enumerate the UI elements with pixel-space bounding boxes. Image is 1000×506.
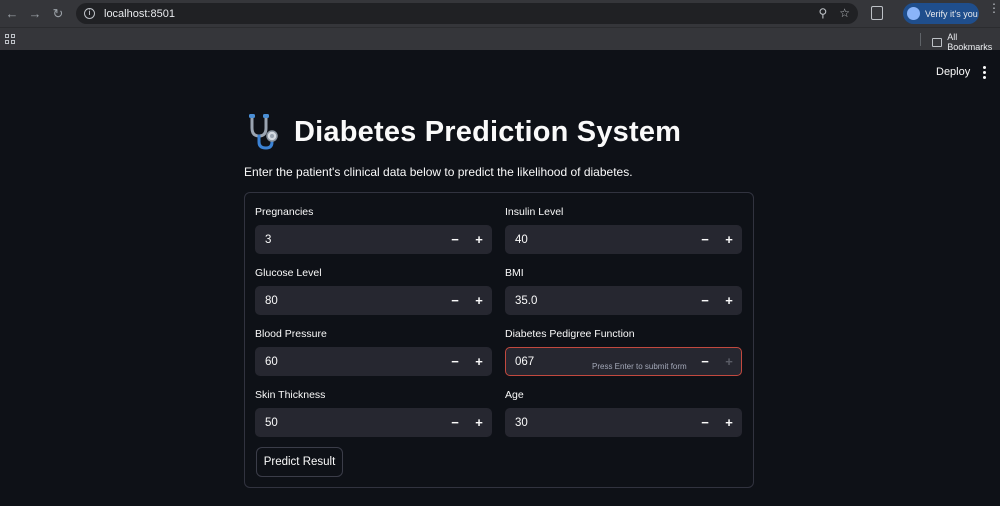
prediction-form: Pregnancies 3 − + Insulin Level 40 − + G… (244, 192, 754, 488)
age-label: Age (505, 389, 524, 401)
predict-result-button[interactable]: Predict Result (256, 447, 343, 477)
stethoscope-icon (249, 114, 278, 150)
deploy-button[interactable]: Deploy (930, 64, 976, 80)
bmi-input[interactable]: 35.0 (515, 295, 693, 307)
glucose-field: Glucose Level 80 − + (255, 267, 492, 315)
all-bookmarks-label: All Bookmarks (947, 32, 993, 52)
blood-pressure-input[interactable]: 60 (265, 356, 443, 368)
insulin-input[interactable]: 40 (515, 234, 693, 246)
reload-icon[interactable]: ↻ (46, 0, 70, 27)
skin-thickness-input-box: 50 − + (255, 408, 492, 437)
glucose-input-box: 80 − + (255, 286, 492, 315)
pregnancies-label: Pregnancies (255, 206, 314, 218)
blood-pressure-decrement-button[interactable]: − (443, 348, 467, 375)
dpf-label: Diabetes Pedigree Function (505, 328, 635, 340)
submit-hint: Press Enter to submit form (592, 362, 687, 371)
blood-pressure-label: Blood Pressure (255, 328, 327, 340)
folder-icon (932, 37, 943, 47)
browser-toolbar: ← → ↻ i localhost:8501 ⚲ ☆ Verify it's y… (0, 0, 1000, 27)
age-decrement-button[interactable]: − (693, 409, 717, 436)
pregnancies-field: Pregnancies 3 − + (255, 206, 492, 254)
extensions-icon[interactable] (871, 6, 883, 20)
insulin-decrement-button[interactable]: − (693, 226, 717, 253)
blood-pressure-increment-button[interactable]: + (467, 348, 491, 375)
glucose-decrement-button[interactable]: − (443, 287, 467, 314)
glucose-input[interactable]: 80 (265, 295, 443, 307)
age-input[interactable]: 30 (515, 417, 693, 429)
zoom-icon[interactable]: ⚲ (818, 6, 827, 20)
bookmarks-bar: All Bookmarks (0, 27, 1000, 52)
insulin-label: Insulin Level (505, 206, 564, 218)
blood-pressure-field: Blood Pressure 60 − + (255, 328, 492, 376)
age-increment-button[interactable]: + (717, 409, 741, 436)
age-field: Age 30 − + (505, 389, 742, 437)
bookmark-star-icon[interactable]: ☆ (839, 6, 850, 20)
insulin-increment-button[interactable]: + (717, 226, 741, 253)
dpf-field: Diabetes Pedigree Function 067 Press Ent… (505, 328, 742, 376)
page-title-row: Diabetes Prediction System (244, 112, 681, 152)
pregnancies-decrement-button[interactable]: − (443, 226, 467, 253)
app-menu-icon[interactable] (980, 66, 988, 79)
all-bookmarks-button[interactable]: All Bookmarks (932, 32, 1000, 52)
dpf-decrement-button[interactable]: − (693, 348, 717, 375)
page-title: Diabetes Prediction System (294, 115, 682, 148)
bmi-input-box: 35.0 − + (505, 286, 742, 315)
skin-thickness-field: Skin Thickness 50 − + (255, 389, 492, 437)
skin-thickness-increment-button[interactable]: + (467, 409, 491, 436)
pregnancies-input-box: 3 − + (255, 225, 492, 254)
bmi-field: BMI 35.0 − + (505, 267, 742, 315)
apps-grid-icon[interactable] (5, 34, 15, 44)
bmi-label: BMI (505, 267, 524, 279)
pregnancies-input[interactable]: 3 (265, 234, 443, 246)
verify-profile-button[interactable]: Verify it's you (903, 3, 979, 24)
bmi-decrement-button[interactable]: − (693, 287, 717, 314)
blood-pressure-input-box: 60 − + (255, 347, 492, 376)
skin-thickness-decrement-button[interactable]: − (443, 409, 467, 436)
browser-menu-icon[interactable]: ⋮ (988, 2, 1000, 14)
insulin-field: Insulin Level 40 − + (505, 206, 742, 254)
bookmarks-divider (920, 33, 921, 46)
profile-avatar-icon (907, 7, 920, 20)
dpf-input-box: 067 Press Enter to submit form − + (505, 347, 742, 376)
insulin-input-box: 40 − + (505, 225, 742, 254)
pregnancies-increment-button[interactable]: + (467, 226, 491, 253)
dpf-increment-button[interactable]: + (717, 348, 741, 375)
address-bar[interactable]: i localhost:8501 ⚲ ☆ (76, 3, 858, 24)
back-arrow-icon[interactable]: ← (0, 0, 24, 27)
forward-arrow-icon[interactable]: → (23, 0, 47, 27)
skin-thickness-input[interactable]: 50 (265, 417, 443, 429)
bmi-increment-button[interactable]: + (717, 287, 741, 314)
skin-thickness-label: Skin Thickness (255, 389, 326, 401)
site-info-icon[interactable]: i (84, 8, 95, 19)
page-subtitle: Enter the patient's clinical data below … (244, 165, 633, 179)
glucose-label: Glucose Level (255, 267, 322, 279)
glucose-increment-button[interactable]: + (467, 287, 491, 314)
verify-label: Verify it's you (925, 8, 978, 19)
age-input-box: 30 − + (505, 408, 742, 437)
url-text: localhost:8501 (104, 7, 175, 20)
